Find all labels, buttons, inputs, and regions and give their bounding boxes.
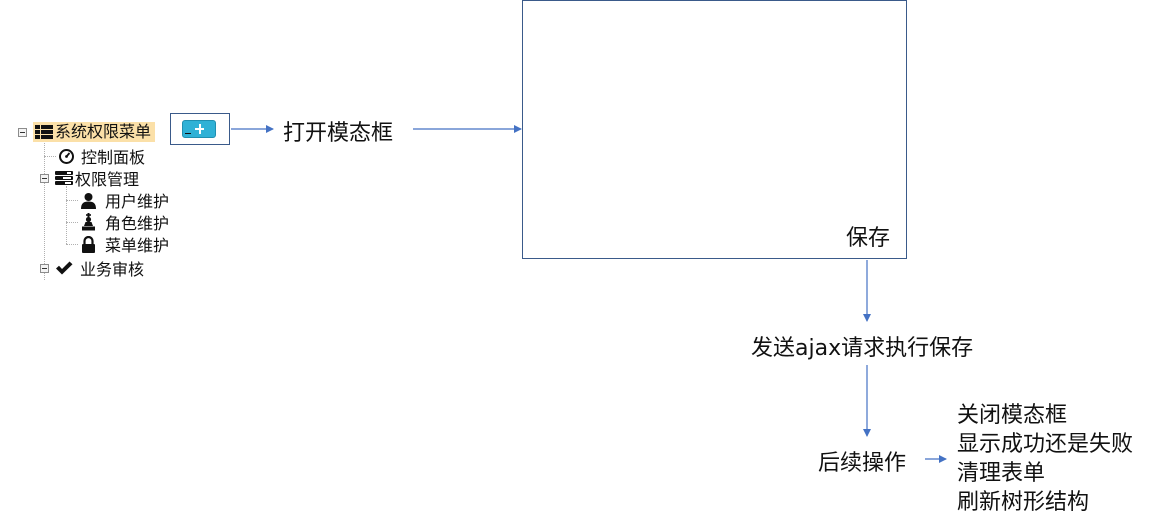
flow-arrows: [231, 125, 947, 463]
